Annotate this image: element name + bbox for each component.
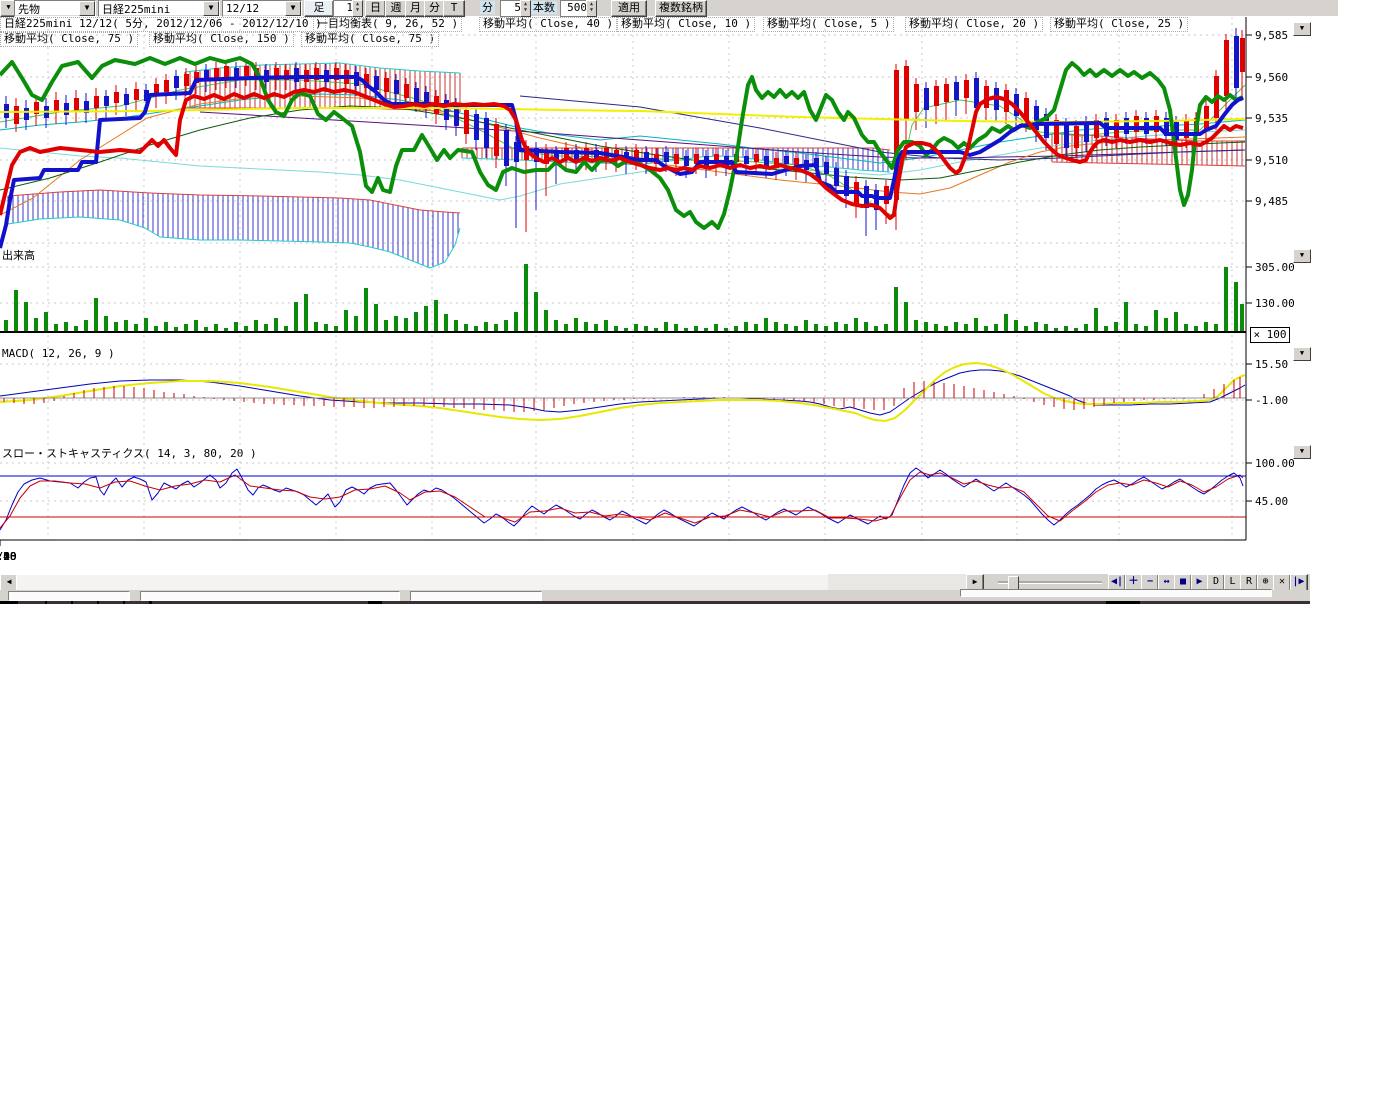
svg-text:45.00: 45.00 (1255, 495, 1288, 508)
stochastics-panel-menu-button[interactable]: ▼ (1293, 445, 1311, 459)
svg-text:305.00: 305.00 (1255, 261, 1295, 274)
svg-text:-1.00: -1.00 (1255, 394, 1288, 407)
svg-text:9,560: 9,560 (1255, 71, 1288, 84)
status-box (140, 591, 400, 601)
price-chart-canvas[interactable]: 9,585 9,560 9,535 9,510 9,485 305.00 130.00 15.… (0, 0, 1312, 572)
volume-multiplier-badge: × 100 (1250, 327, 1290, 343)
svg-text:9,485: 9,485 (1255, 195, 1288, 208)
svg-text:100.00: 100.00 (1255, 457, 1295, 470)
svg-text:130.00: 130.00 (1255, 297, 1295, 310)
window-bottom-edge (0, 601, 1310, 604)
status-strip (0, 590, 1310, 601)
volume-panel-menu-button[interactable]: ▼ (1293, 249, 1311, 263)
status-box (960, 589, 1272, 597)
svg-text:12/10: 12/10 (0, 550, 17, 563)
svg-text:9,535: 9,535 (1255, 112, 1288, 125)
scrollbar-track[interactable] (828, 574, 966, 590)
status-box (8, 591, 130, 601)
svg-text:9,585: 9,585 (1255, 29, 1288, 42)
status-box (410, 591, 542, 601)
svg-text:15.50: 15.50 (1255, 358, 1288, 371)
zoom-slider-thumb[interactable] (1008, 576, 1019, 590)
svg-text:9,510: 9,510 (1255, 154, 1288, 167)
macd-panel-menu-button[interactable]: ▼ (1293, 347, 1311, 361)
price-panel-menu-button[interactable]: ▼ (1293, 22, 1311, 36)
